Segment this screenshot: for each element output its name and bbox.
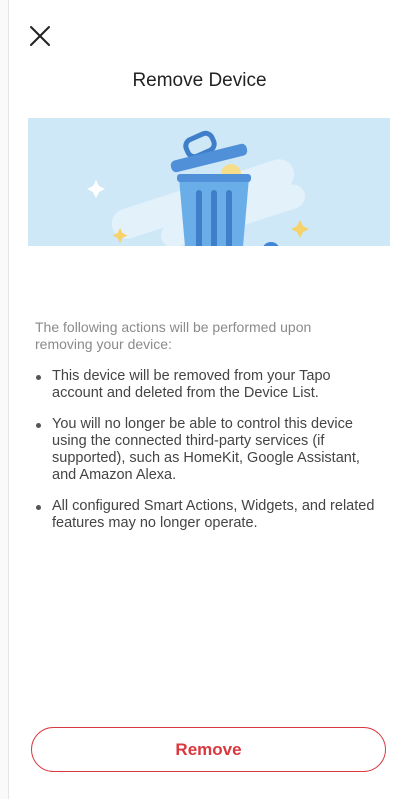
- bullet-icon: [36, 505, 41, 510]
- bullet-icon: [36, 423, 41, 428]
- close-button[interactable]: [22, 18, 58, 54]
- actions-list: This device will be removed from your Ta…: [35, 368, 375, 546]
- bullet-icon: [36, 375, 41, 380]
- hero-illustration: [28, 118, 390, 246]
- remove-button[interactable]: Remove: [31, 727, 386, 772]
- list-item: This device will be removed from your Ta…: [35, 368, 375, 402]
- list-item: All configured Smart Actions, Widgets, a…: [35, 498, 375, 532]
- intro-text: The following actions will be performed …: [35, 319, 312, 352]
- list-item-text: You will no longer be able to control th…: [52, 416, 360, 483]
- page-title: Remove Device: [132, 70, 267, 91]
- list-item-text: This device will be removed from your Ta…: [52, 368, 331, 401]
- window-edge: [0, 0, 9, 799]
- trash-can-illustration: [87, 130, 309, 246]
- list-item: You will no longer be able to control th…: [35, 416, 375, 484]
- list-item-text: All configured Smart Actions, Widgets, a…: [52, 498, 375, 531]
- close-icon: [30, 26, 50, 46]
